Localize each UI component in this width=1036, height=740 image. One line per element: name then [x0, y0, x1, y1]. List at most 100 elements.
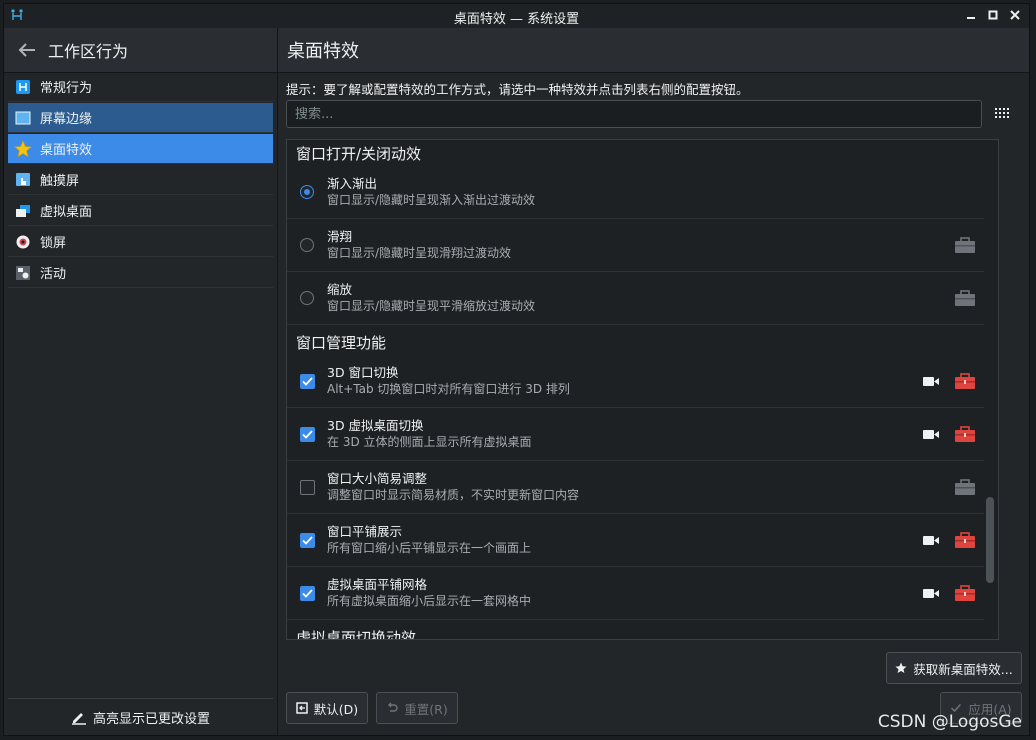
configure-button[interactable]: [954, 289, 976, 307]
effect-row-resize-outline[interactable]: 窗口大小简易调整 调整窗口时显示简易材质，不实时更新窗口内容: [287, 461, 984, 514]
sidebar-item-general-behavior[interactable]: 常规行为: [8, 72, 273, 102]
category-heading: 虚拟桌面切换动效: [296, 628, 417, 640]
effect-name: 滑翔: [327, 229, 353, 244]
get-new-effects-label: 获取新桌面特效...: [913, 661, 1013, 677]
configure-toolbox-icon: [955, 426, 975, 442]
effect-name: 3D 窗口切换: [327, 365, 399, 380]
effect-name: 虚拟桌面平铺网格: [327, 577, 428, 592]
sidebar-item-label: 常规行为: [40, 81, 93, 96]
configure-toolbox-icon: [955, 373, 975, 389]
minimize-button[interactable]: [963, 7, 979, 23]
sidebar-item-virtual-desktops[interactable]: 虚拟桌面: [8, 196, 273, 226]
main-header: 桌面特效: [278, 28, 1029, 73]
effect-description: 窗口显示/隐藏时呈现渐入渐出过渡动效: [327, 193, 536, 207]
effect-radio[interactable]: [300, 291, 314, 305]
configure-toolbox-icon: [955, 290, 975, 306]
effect-checkbox[interactable]: [299, 426, 315, 442]
category-heading: 窗口管理功能: [296, 333, 387, 352]
main-panel: 桌面特效 提示：要了解或配置特效的工作方式，请选中一种特效并点击列表右侧的配置按…: [278, 28, 1029, 735]
sidebar-item-label: 屏幕边缘: [40, 112, 93, 127]
default-button[interactable]: 默认(D): [286, 692, 368, 724]
effect-checkbox[interactable]: [299, 532, 315, 548]
star-icon: [895, 662, 907, 673]
video-preview-button[interactable]: [922, 586, 940, 600]
star-icon: [14, 139, 32, 158]
back-button[interactable]: [16, 39, 38, 61]
page-title: 桌面特效: [287, 41, 359, 62]
sidebar-item-label: 虚拟桌面: [40, 205, 93, 220]
effect-row-fade[interactable]: 渐入渐出 窗口显示/隐藏时呈现渐入渐出过渡动效: [287, 166, 984, 219]
effect-description: Alt+Tab 切换窗口时对所有窗口进行 3D 排列: [327, 382, 570, 396]
effect-description: 所有窗口缩小后平铺显示在一个画面上: [327, 541, 532, 555]
configure-button[interactable]: [954, 531, 976, 549]
effect-name: 窗口大小简易调整: [327, 471, 428, 486]
screen-edges-icon: [14, 109, 32, 127]
reset-label: 重置(R): [404, 701, 448, 717]
sidebar-list: 常规行为 屏幕边缘 桌面特效 触摸屏 虚拟桌面 锁屏 活动: [8, 72, 273, 289]
configure-button[interactable]: [954, 584, 976, 602]
sidebar-header: 工作区行为: [4, 28, 277, 73]
configure-button[interactable]: [954, 478, 976, 496]
maximize-button[interactable]: [985, 7, 1001, 23]
title-bar[interactable]: 桌面特效 — 系统设置: [4, 4, 1029, 29]
configure-toolbox-icon: [955, 237, 975, 253]
filter-columns-icon: [995, 108, 1009, 118]
video-preview-button[interactable]: [922, 374, 940, 388]
effect-name: 缩放: [327, 282, 353, 297]
lock-screen-icon: [14, 233, 32, 251]
effect-description: 所有虚拟桌面缩小后显示在一套网格中: [327, 594, 532, 608]
watermark-text: CSDN @LogosGe: [877, 712, 1022, 732]
effect-checkbox[interactable]: [299, 373, 315, 389]
effect-row-3d-desktop-switch[interactable]: 3D 虚拟桌面切换 在 3D 立体的侧面上显示所有虚拟桌面: [287, 408, 984, 461]
configure-button[interactable]: [954, 236, 976, 254]
configure-button[interactable]: [954, 425, 976, 443]
video-camera-icon: [923, 376, 939, 386]
highlight-changed-label: 高亮显示已更改设置: [92, 711, 210, 727]
effect-row-desktop-grid[interactable]: 虚拟桌面平铺网格 所有虚拟桌面缩小后显示在一套网格中: [287, 567, 984, 620]
effect-description: 窗口显示/隐藏时呈现滑翔过渡动效: [327, 246, 512, 260]
sidebar-item-screen-edges[interactable]: 屏幕边缘: [8, 103, 273, 133]
category-heading: 窗口打开/关闭动效: [296, 144, 422, 163]
sidebar-item-touchscreen[interactable]: 触摸屏: [8, 165, 273, 195]
sidebar-item-lock-screen[interactable]: 锁屏: [8, 227, 273, 257]
sidebar-title: 工作区行为: [48, 42, 129, 61]
sidebar-item-activities[interactable]: 活动: [8, 258, 273, 288]
effects-list: 窗口打开/关闭动效 渐入渐出 窗口显示/隐藏时呈现渐入渐出过渡动效 滑翔 窗口显…: [286, 139, 999, 640]
video-camera-icon: [923, 588, 939, 598]
sidebar-item-desktop-effects[interactable]: 桌面特效: [8, 134, 273, 164]
video-preview-button[interactable]: [922, 427, 940, 441]
effect-radio[interactable]: [300, 238, 314, 252]
sidebar-item-label: 桌面特效: [40, 143, 93, 158]
minimize-icon: [967, 17, 975, 19]
effect-row-present-windows[interactable]: 窗口平铺展示 所有窗口缩小后平铺显示在一个画面上: [287, 514, 984, 567]
sidebar: 工作区行为 常规行为 屏幕边缘 桌面特效 触摸屏 虚拟桌面 锁屏 活动 高亮显示…: [4, 28, 278, 735]
configure-button[interactable]: [954, 372, 976, 390]
sidebar-item-label: 活动: [40, 267, 67, 282]
list-scrollbar[interactable]: [986, 497, 994, 583]
effect-row-glide[interactable]: 滑翔 窗口显示/隐藏时呈现滑翔过渡动效: [287, 219, 984, 272]
effect-row-3d-window-switch[interactable]: 3D 窗口切换 Alt+Tab 切换窗口时对所有窗口进行 3D 排列: [287, 355, 984, 408]
search-input[interactable]: [286, 100, 982, 128]
touchscreen-icon: [14, 171, 32, 189]
configure-filter-button[interactable]: [990, 102, 1014, 126]
hint-text: 提示：要了解或配置特效的工作方式，请选中一种特效并点击列表右侧的配置按钮。: [286, 82, 749, 97]
video-preview-button[interactable]: [922, 533, 940, 547]
virtual-desktops-icon: [14, 202, 32, 220]
effect-radio[interactable]: [300, 185, 314, 199]
effect-checkbox[interactable]: [299, 479, 315, 495]
get-new-effects-button[interactable]: 获取新桌面特效...: [886, 652, 1022, 684]
close-button[interactable]: [1007, 7, 1023, 23]
back-arrow-icon: [18, 43, 35, 57]
checkmark-icon: [301, 429, 313, 439]
settings-window: 桌面特效 — 系统设置 工作区行为 常规行为 屏幕边缘 桌面特效 触摸屏 虚拟桌…: [3, 3, 1030, 736]
highlight-changed-settings-button[interactable]: 高亮显示已更改设置: [8, 698, 273, 735]
maximize-icon: [988, 10, 998, 20]
configure-toolbox-icon: [955, 532, 975, 548]
close-icon: [1010, 10, 1020, 20]
effect-name: 3D 虚拟桌面切换: [327, 418, 424, 433]
effect-row-scale[interactable]: 缩放 窗口显示/隐藏时呈现平滑缩放过渡动效: [287, 272, 984, 325]
activities-icon: [14, 264, 32, 282]
reset-button[interactable]: 重置(R): [376, 692, 458, 724]
effect-description: 窗口显示/隐藏时呈现平滑缩放过渡动效: [327, 299, 536, 313]
effect-checkbox[interactable]: [299, 585, 315, 601]
